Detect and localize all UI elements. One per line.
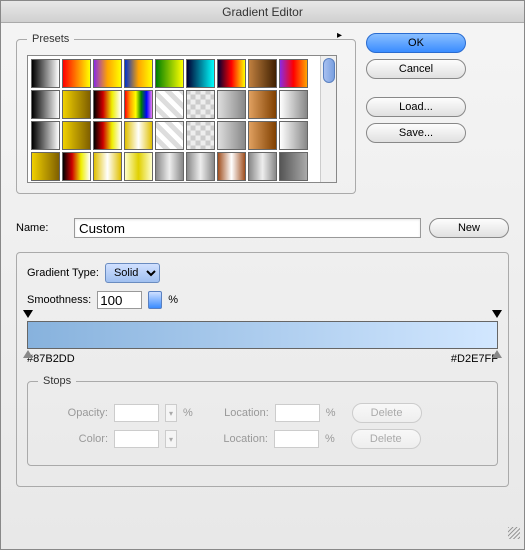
preset-swatch[interactable] — [31, 90, 60, 119]
presets-swatches[interactable] — [27, 55, 337, 183]
opacity-input — [114, 404, 159, 422]
stops-panel: Stops Opacity: ▾ % Location: % Delete Co… — [27, 375, 498, 466]
resize-grip-icon[interactable] — [508, 527, 520, 539]
opacity-unit: % — [183, 407, 193, 419]
presets-scrollbar[interactable] — [320, 56, 336, 182]
name-label: Name: — [16, 222, 66, 234]
preset-swatch[interactable] — [217, 59, 246, 88]
preset-swatch[interactable] — [93, 59, 122, 88]
titlebar: Gradient Editor — [1, 1, 524, 23]
preset-swatch[interactable] — [124, 90, 153, 119]
opacity-location-label: Location: — [209, 407, 269, 419]
window-title: Gradient Editor — [222, 5, 303, 19]
color-delete-button: Delete — [351, 429, 421, 449]
preset-swatch[interactable] — [155, 59, 184, 88]
preset-swatch[interactable] — [186, 152, 215, 181]
smoothness-stepper[interactable] — [148, 291, 162, 309]
preset-swatch[interactable] — [186, 121, 215, 150]
preset-swatch[interactable] — [155, 121, 184, 150]
preset-swatch[interactable] — [279, 59, 308, 88]
preset-swatch[interactable] — [248, 121, 277, 150]
color-label: Color: — [38, 433, 108, 445]
preset-swatch[interactable] — [31, 152, 60, 181]
color-location-label: Location: — [208, 433, 268, 445]
opacity-dropdown-icon: ▾ — [165, 404, 177, 422]
gradient-editor-window: Gradient Editor Presets ▸ OK Cancel Load… — [0, 0, 525, 550]
opacity-location-unit: % — [326, 407, 336, 419]
gradient-start-hex: #87B2DD — [27, 353, 75, 365]
new-button[interactable]: New — [429, 218, 509, 238]
preset-swatch[interactable] — [217, 90, 246, 119]
smoothness-unit: % — [168, 294, 178, 306]
preset-swatch[interactable] — [186, 90, 215, 119]
opacity-stop-left[interactable] — [23, 310, 33, 320]
name-input[interactable] — [74, 218, 421, 238]
gradient-preview-bar[interactable] — [27, 321, 498, 349]
stops-legend: Stops — [38, 375, 76, 387]
opacity-delete-button: Delete — [352, 403, 422, 423]
preset-swatch[interactable] — [279, 121, 308, 150]
preset-swatch[interactable] — [62, 90, 91, 119]
color-stop-left[interactable] — [23, 350, 33, 360]
preset-swatch[interactable] — [124, 152, 153, 181]
preset-swatch[interactable] — [279, 90, 308, 119]
preset-swatch[interactable] — [248, 152, 277, 181]
color-dropdown-icon: ▾ — [165, 430, 177, 448]
preset-swatch[interactable] — [217, 121, 246, 150]
dialog-content: Presets ▸ OK Cancel Load... Save... Name… — [1, 23, 524, 543]
color-location-unit: % — [325, 433, 335, 445]
preset-swatch[interactable] — [31, 59, 60, 88]
preset-swatch[interactable] — [279, 152, 308, 181]
preset-swatch[interactable] — [62, 59, 91, 88]
smoothness-input[interactable] — [97, 291, 142, 309]
opacity-location-input — [275, 404, 320, 422]
gradient-settings-panel: Gradient Type: Solid Smoothness: % #87B2… — [16, 252, 509, 487]
gradient-end-hex: #D2E7FF — [451, 353, 498, 365]
preset-swatch[interactable] — [93, 121, 122, 150]
preset-swatch[interactable] — [62, 152, 91, 181]
save-button[interactable]: Save... — [366, 123, 466, 143]
load-button[interactable]: Load... — [366, 97, 466, 117]
preset-swatch[interactable] — [186, 59, 215, 88]
preset-swatch[interactable] — [93, 152, 122, 181]
color-input — [114, 430, 159, 448]
preset-swatch[interactable] — [62, 121, 91, 150]
preset-swatch[interactable] — [155, 152, 184, 181]
color-stop-right[interactable] — [492, 350, 502, 360]
preset-swatch[interactable] — [31, 121, 60, 150]
presets-legend: Presets — [27, 33, 74, 45]
preset-swatch[interactable] — [217, 152, 246, 181]
opacity-label: Opacity: — [38, 407, 108, 419]
opacity-stop-right[interactable] — [492, 310, 502, 320]
preset-swatch[interactable] — [248, 90, 277, 119]
preset-swatch[interactable] — [93, 90, 122, 119]
preset-swatch[interactable] — [124, 121, 153, 150]
presets-panel: Presets ▸ — [16, 33, 356, 194]
preset-swatch[interactable] — [248, 59, 277, 88]
color-location-input — [274, 430, 319, 448]
presets-menu-icon[interactable]: ▸ — [337, 30, 355, 42]
gradient-type-label: Gradient Type: — [27, 267, 99, 279]
cancel-button[interactable]: Cancel — [366, 59, 466, 79]
preset-swatch[interactable] — [124, 59, 153, 88]
smoothness-label: Smoothness: — [27, 294, 91, 306]
dialog-buttons: OK Cancel Load... Save... — [366, 33, 466, 204]
gradient-type-select[interactable]: Solid — [105, 263, 160, 283]
ok-button[interactable]: OK — [366, 33, 466, 53]
preset-swatch[interactable] — [155, 90, 184, 119]
scrollbar-thumb[interactable] — [323, 58, 335, 83]
